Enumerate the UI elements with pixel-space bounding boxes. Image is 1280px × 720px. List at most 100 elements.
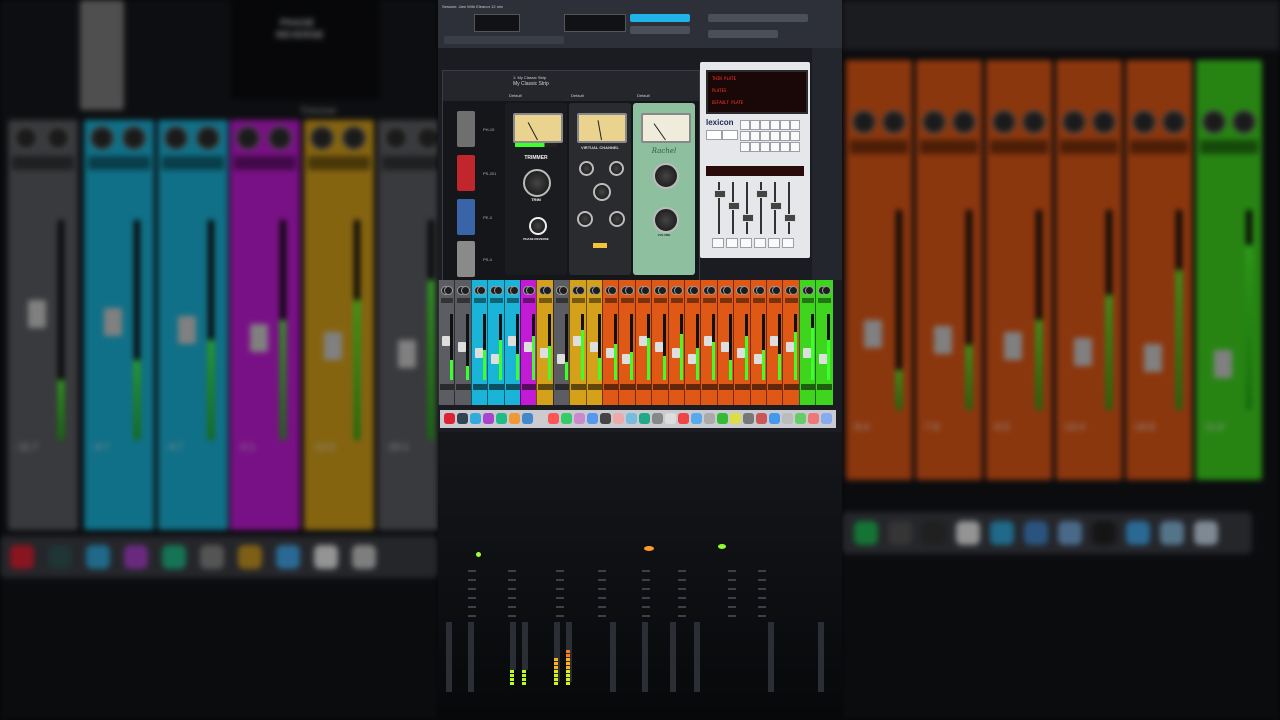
- channel-fader[interactable]: [622, 354, 631, 364]
- channel-fader[interactable]: [474, 348, 483, 358]
- zoom-slider[interactable]: [630, 26, 690, 34]
- channel-fader[interactable]: [704, 336, 713, 346]
- send-knob-icon[interactable]: [739, 286, 749, 295]
- lexicon-key-button[interactable]: [790, 131, 800, 141]
- rachel-volume-knob[interactable]: [653, 207, 679, 233]
- right-inspector-panel[interactable]: [812, 48, 842, 280]
- lexicon-bottom-button[interactable]: [768, 238, 780, 248]
- send-knob-icon[interactable]: [821, 286, 831, 295]
- macos-dock[interactable]: [440, 410, 836, 428]
- virtual-channel-module[interactable]: VIRTUAL CHANNEL: [569, 103, 631, 275]
- dock-app-icon[interactable]: [665, 413, 676, 424]
- slot-label-1[interactable]: Default: [509, 93, 522, 98]
- send-knob-icon[interactable]: [608, 286, 618, 295]
- vc-knob-1[interactable]: [579, 161, 594, 176]
- send-knob-icon[interactable]: [460, 286, 470, 295]
- dock-app-icon[interactable]: [704, 413, 715, 424]
- mixer-channel-strip[interactable]: [815, 280, 833, 405]
- mixer-console-strips[interactable]: [438, 280, 838, 410]
- mixer-channel-strip[interactable]: [454, 280, 472, 405]
- lexicon-bottom-button[interactable]: [712, 238, 724, 248]
- mixer-channel-strip[interactable]: [634, 280, 653, 405]
- channel-fader[interactable]: [507, 336, 516, 346]
- lexicon-key-button[interactable]: [780, 120, 790, 130]
- channel-strip-plugin-window[interactable]: 1: My Classic Strip My Classic Strip Def…: [442, 70, 700, 282]
- mixer-channel-strip[interactable]: [733, 280, 751, 405]
- dock-app-icon[interactable]: [691, 413, 702, 424]
- send-knob-icon[interactable]: [723, 286, 733, 295]
- slot-label-2[interactable]: Default: [571, 93, 584, 98]
- dock-app-icon[interactable]: [821, 413, 832, 424]
- send-knob-icon[interactable]: [755, 286, 765, 295]
- lexicon-key-button[interactable]: [740, 120, 750, 130]
- lexicon-key-button[interactable]: [750, 131, 760, 141]
- channel-fader[interactable]: [442, 336, 450, 346]
- chain-name[interactable]: My Classic Strip: [513, 81, 549, 87]
- side-thumb-4[interactable]: [457, 241, 475, 277]
- send-knob-icon[interactable]: [591, 286, 601, 295]
- lexicon-key-button[interactable]: [790, 142, 800, 152]
- dock-app-icon[interactable]: [626, 413, 637, 424]
- send-knob-icon[interactable]: [526, 286, 536, 295]
- lexicon-fader-cap[interactable]: [784, 214, 796, 222]
- mixer-channel-strip[interactable]: [766, 280, 784, 405]
- dock-app-icon[interactable]: [678, 413, 689, 424]
- channel-fader[interactable]: [802, 348, 811, 358]
- send-knob-icon[interactable]: [690, 286, 700, 295]
- channel-fader[interactable]: [540, 348, 549, 358]
- mixer-channel-strip[interactable]: [700, 280, 718, 405]
- lexicon-key-button[interactable]: [750, 142, 760, 152]
- transport-display[interactable]: [474, 14, 520, 32]
- mixer-channel-strip[interactable]: [552, 280, 571, 405]
- lexicon-key-button[interactable]: [750, 120, 760, 130]
- lexicon-fader-cap[interactable]: [756, 190, 768, 198]
- mixer-channel-strip[interactable]: [716, 280, 735, 405]
- channel-fader[interactable]: [458, 342, 467, 352]
- mixer-channel-strip[interactable]: [438, 280, 456, 405]
- mixer-channel-strip[interactable]: [749, 280, 767, 405]
- dock-app-icon[interactable]: [483, 413, 494, 424]
- trimmer-module[interactable]: TRIMMER TRIM PHASE REVERSE: [505, 103, 567, 275]
- rachel-drive-knob[interactable]: [653, 163, 679, 189]
- channel-fader[interactable]: [606, 348, 614, 358]
- dock-app-icon[interactable]: [795, 413, 806, 424]
- dock-app-icon[interactable]: [613, 413, 624, 424]
- channel-fader[interactable]: [573, 336, 582, 346]
- vc-knob-3[interactable]: [593, 183, 611, 201]
- channel-fader[interactable]: [671, 348, 680, 358]
- lexicon-key-button[interactable]: [780, 142, 790, 152]
- channel-fader[interactable]: [491, 354, 500, 364]
- channel-fader[interactable]: [589, 342, 598, 352]
- lexicon-key-button[interactable]: [740, 131, 750, 141]
- lexicon-key-button[interactable]: [722, 130, 738, 140]
- dock-app-icon[interactable]: [639, 413, 650, 424]
- dock-app-icon[interactable]: [808, 413, 819, 424]
- mixer-channel-strip[interactable]: [569, 280, 587, 405]
- dock-app-icon[interactable]: [769, 413, 780, 424]
- lexicon-key-button[interactable]: [790, 120, 800, 130]
- channel-fader[interactable]: [524, 342, 532, 352]
- send-knob-icon[interactable]: [493, 286, 503, 295]
- lexicon-key-button[interactable]: [770, 120, 780, 130]
- dock-app-icon[interactable]: [600, 413, 611, 424]
- mixer-channel-strip[interactable]: [470, 280, 489, 405]
- send-knob-icon[interactable]: [788, 286, 798, 295]
- channel-fader[interactable]: [753, 354, 762, 364]
- mixer-channel-strip[interactable]: [585, 280, 603, 405]
- dock-app-icon[interactable]: [730, 413, 741, 424]
- send-knob-icon[interactable]: [706, 286, 716, 295]
- channel-fader[interactable]: [688, 354, 696, 364]
- send-knob-icon[interactable]: [624, 286, 634, 295]
- dock-app-icon[interactable]: [548, 413, 559, 424]
- lexicon-bottom-button[interactable]: [782, 238, 794, 248]
- lexicon-key-button[interactable]: [760, 120, 770, 130]
- lexicon-fader-cap[interactable]: [714, 190, 726, 198]
- send-knob-icon[interactable]: [772, 286, 782, 295]
- channel-fader[interactable]: [638, 336, 647, 346]
- lexicon-fader-cap[interactable]: [728, 202, 740, 210]
- dock-app-icon[interactable]: [587, 413, 598, 424]
- send-knob-icon[interactable]: [673, 286, 683, 295]
- lexicon-bottom-button[interactable]: [754, 238, 766, 248]
- dock-app-icon[interactable]: [535, 413, 546, 424]
- dock-app-icon[interactable]: [717, 413, 728, 424]
